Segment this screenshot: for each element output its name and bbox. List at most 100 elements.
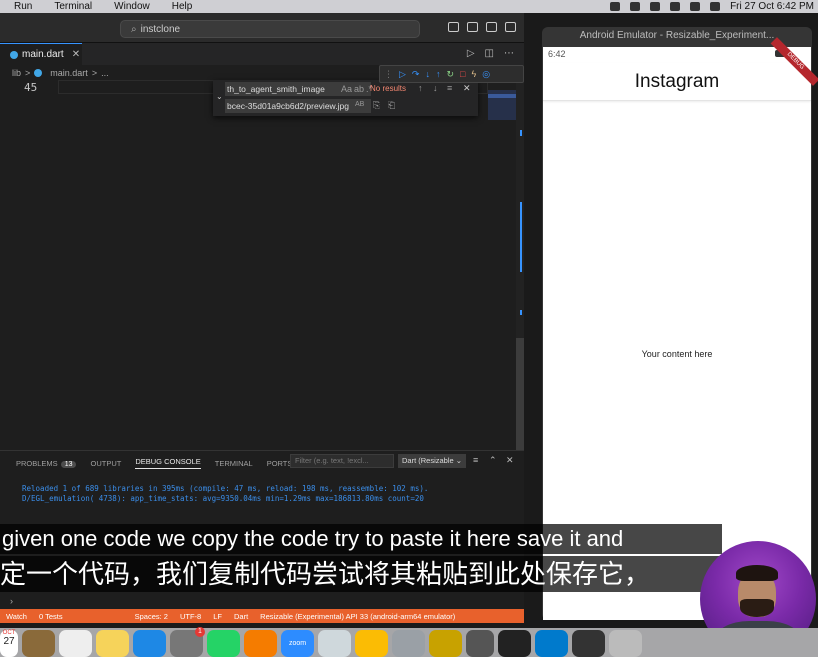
replace-all-icon[interactable]: ⎗ (388, 100, 395, 111)
app-bar: Instagram (543, 63, 811, 101)
tab-ports[interactable]: PORTS (267, 459, 293, 468)
android-studio-icon[interactable] (429, 630, 462, 657)
continue-icon[interactable]: ▷ (399, 69, 406, 80)
emulator-app-icon[interactable] (572, 630, 605, 657)
close-panel-icon[interactable]: ✕ (506, 455, 514, 466)
stop-icon[interactable]: □ (460, 69, 465, 79)
dock-separator (466, 630, 494, 657)
subtitle-english: given one code we copy the code try to p… (0, 524, 722, 554)
devtools-icon[interactable]: ◎ (482, 69, 490, 80)
split-editor-icon[interactable]: ◫ (485, 48, 494, 59)
step-out-icon[interactable]: ↑ (436, 69, 441, 79)
clear-console-icon[interactable]: ≡ (473, 455, 478, 465)
app-store-icon[interactable] (133, 630, 166, 657)
tab-problems[interactable]: PROBLEMS 13 (16, 459, 77, 468)
step-into-icon[interactable]: ↓ (425, 69, 430, 79)
watch-status[interactable]: Watch (6, 612, 27, 621)
terminal-app-icon[interactable] (498, 630, 531, 657)
debug-session-select[interactable]: Dart (Resizable ⌄ (398, 454, 466, 468)
console-filter-input[interactable]: Filter (e.g. text, !excl... (290, 454, 394, 468)
mysql-workbench-icon[interactable] (392, 630, 425, 657)
code-editor[interactable]: 45 (0, 80, 524, 490)
macos-dock: OCT27 zoom (0, 627, 818, 657)
problems-count-badge: 13 (60, 460, 77, 468)
preview-app-icon[interactable] (609, 630, 642, 657)
status-camera-icon[interactable] (610, 2, 621, 11)
hot-reload-icon[interactable]: ϟ (471, 69, 476, 79)
debug-toolbar: ⋮ ▷ ↷ ↓ ↑ ↻ □ ϟ ◎ (379, 65, 524, 83)
control-center-icon[interactable] (710, 2, 721, 11)
workspace-name: instclone (140, 23, 181, 35)
chrome-icon[interactable] (355, 630, 388, 657)
tab-label: main.dart (22, 49, 64, 60)
match-case-icon[interactable]: Aa (341, 84, 352, 94)
restart-icon[interactable]: ↻ (446, 69, 454, 80)
replace-input[interactable]: bcec-35d01a9cb6d2/preview.jpg (225, 99, 371, 113)
zoom-app-icon[interactable]: zoom (281, 630, 314, 657)
device-status[interactable]: Resizable (Experimental) API 33 (android… (260, 612, 455, 621)
more-actions-icon[interactable]: ⋯ (504, 48, 514, 59)
find-in-selection-icon[interactable]: ≡ (447, 83, 452, 93)
phone-clock: 6:42 (548, 49, 566, 59)
next-match-icon[interactable]: ↓ (433, 83, 438, 93)
chevron-down-icon[interactable]: ⌄ (216, 92, 223, 101)
close-find-icon[interactable]: ✕ (463, 83, 471, 94)
toggle-sidebar-icon[interactable] (448, 22, 459, 32)
reminders-app-icon[interactable] (59, 630, 92, 657)
command-center-search[interactable]: ⌕ instclone (120, 20, 420, 38)
match-word-icon[interactable]: ab (354, 84, 364, 94)
scrollbar-marker (520, 310, 522, 315)
breadcrumb-more[interactable]: ... (101, 68, 109, 78)
run-debug-icon[interactable]: ▷ (467, 48, 475, 59)
replace-icon[interactable]: ⎘ (373, 100, 380, 111)
statusbar: Watch 0 Tests Spaces: 2 UTF-8 LF Dart Re… (0, 609, 524, 623)
menu-window[interactable]: Window (114, 1, 150, 12)
breadcrumb-file[interactable]: main.dart (50, 68, 88, 78)
tab-output[interactable]: OUTPUT (90, 459, 121, 468)
menu-run[interactable]: Run (14, 1, 32, 12)
status-battery-icon[interactable] (630, 2, 641, 11)
vertical-scrollbar-thumb[interactable] (516, 338, 524, 460)
toggle-panel-icon[interactable] (467, 22, 478, 32)
eol-status[interactable]: LF (213, 612, 222, 621)
preserve-case-icon[interactable]: AB (355, 101, 364, 108)
close-icon[interactable]: ✕ (72, 49, 80, 60)
layout-controls (448, 22, 516, 32)
stickies-app-icon[interactable] (96, 630, 129, 657)
tab-terminal[interactable]: TERMINAL (215, 459, 253, 468)
xcode-icon[interactable] (318, 630, 351, 657)
tab-debug-console[interactable]: DEBUG CONSOLE (135, 457, 201, 469)
bluetooth-icon[interactable] (650, 2, 661, 11)
indentation-status[interactable]: Spaces: 2 (135, 612, 168, 621)
notes-app-icon[interactable] (22, 630, 55, 657)
breadcrumb-sep: > (25, 68, 31, 78)
step-over-icon[interactable]: ↷ (412, 69, 420, 80)
menu-help[interactable]: Help (172, 1, 193, 12)
toggle-secondary-sidebar-icon[interactable] (486, 22, 497, 32)
menu-terminal[interactable]: Terminal (54, 1, 92, 12)
wifi-icon[interactable] (670, 2, 681, 11)
menubar-clock[interactable]: Fri 27 Oct 6:42 PM (730, 1, 814, 12)
vscode-app-icon[interactable] (535, 630, 568, 657)
language-status[interactable]: Dart (234, 612, 248, 621)
app-content-text: Your content here (641, 349, 713, 359)
dart-file-icon (10, 50, 18, 59)
previous-match-icon[interactable]: ↑ (418, 83, 423, 93)
console-prompt-icon[interactable]: › (10, 596, 13, 606)
maximize-panel-icon[interactable]: ⌃ (489, 455, 497, 466)
presenter-beard (740, 599, 774, 617)
tab-main-dart[interactable]: main.dart ✕ (0, 43, 82, 65)
customize-layout-icon[interactable] (505, 22, 516, 32)
drag-handle-icon[interactable]: ⋮ (384, 69, 393, 80)
encoding-status[interactable]: UTF-8 (180, 612, 201, 621)
console-line: Reloaded 1 of 689 libraries in 395ms (co… (22, 484, 429, 493)
books-app-icon[interactable] (244, 630, 277, 657)
find-result-count: No results (370, 84, 407, 93)
calendar-app-icon[interactable]: OCT 27 (0, 630, 18, 657)
tests-status[interactable]: 0 Tests (39, 612, 63, 621)
breadcrumb-lib[interactable]: lib (12, 68, 21, 78)
system-settings-icon[interactable] (170, 627, 205, 657)
debug-console-output[interactable]: Reloaded 1 of 689 libraries in 395ms (co… (22, 484, 428, 504)
spotlight-search-icon[interactable] (690, 2, 701, 11)
whatsapp-icon[interactable] (207, 630, 240, 657)
